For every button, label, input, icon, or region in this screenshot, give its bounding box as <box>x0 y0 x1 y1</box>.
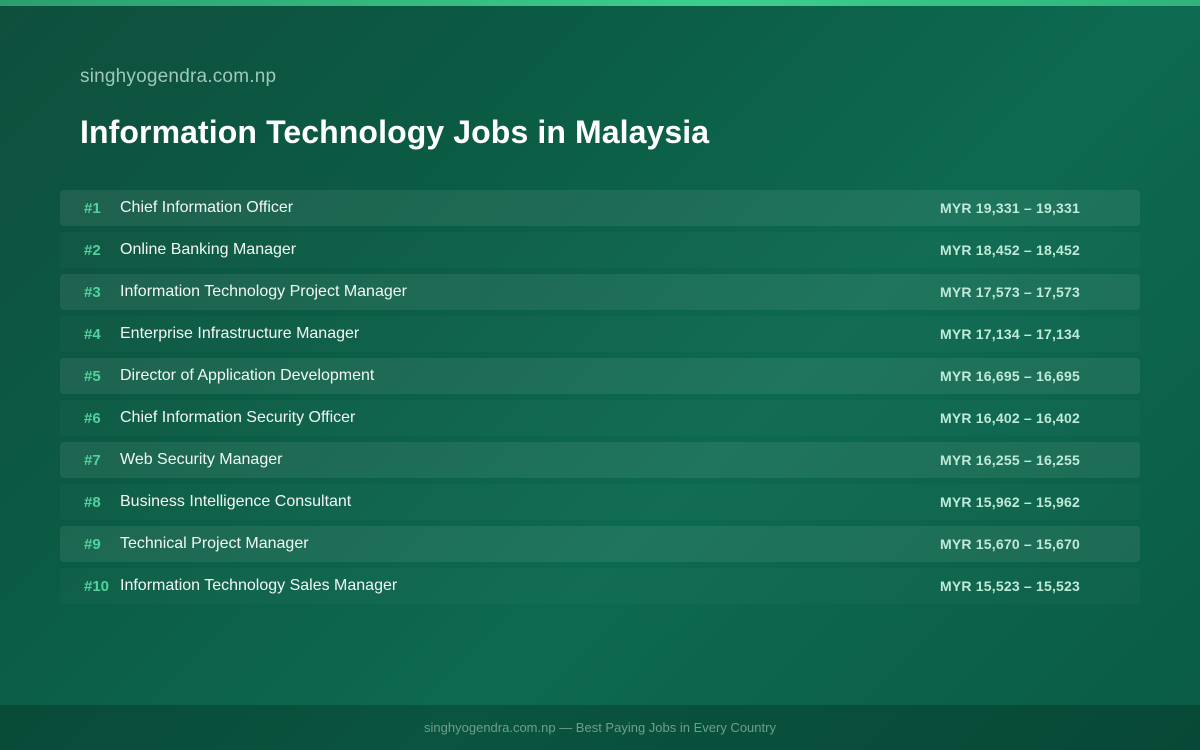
job-title: Web Security Manager <box>120 451 283 468</box>
job-row: #9 Technical Project Manager MYR 15,670 … <box>60 526 1140 562</box>
job-row: #8 Business Intelligence Consultant MYR … <box>60 484 1140 520</box>
page-title: Information Technology Jobs in Malaysia <box>80 114 710 150</box>
job-list: #1 Chief Information Officer MYR 19,331 … <box>60 190 1140 610</box>
job-row: #7 Web Security Manager MYR 16,255 – 16,… <box>60 442 1140 478</box>
job-title: Chief Information Security Officer <box>120 409 356 426</box>
job-salary: MYR 15,962 – 15,962 <box>939 494 1080 510</box>
job-rank: #2 <box>84 241 101 259</box>
job-title: Enterprise Infrastructure Manager <box>120 325 360 342</box>
job-salary: MYR 18,452 – 18,452 <box>939 242 1080 258</box>
top-accent-bar <box>0 0 1200 6</box>
job-title: Information Technology Project Manager <box>120 283 407 300</box>
job-salary: MYR 16,402 – 16,402 <box>939 410 1080 426</box>
job-title: Technical Project Manager <box>120 535 309 552</box>
job-row: #5 Director of Application Development M… <box>60 358 1140 394</box>
job-title: Information Technology Sales Manager <box>120 577 398 594</box>
job-salary: MYR 15,523 – 15,523 <box>939 578 1080 594</box>
job-rank: #1 <box>84 199 101 217</box>
job-rank: #5 <box>84 367 101 385</box>
job-salary: MYR 16,255 – 16,255 <box>939 452 1080 468</box>
job-salary: MYR 15,670 – 15,670 <box>939 536 1080 552</box>
job-salary: MYR 16,695 – 16,695 <box>939 368 1080 384</box>
job-row: #6 Chief Information Security Officer MY… <box>60 400 1140 436</box>
footer-text: singhyogendra.com.np — Best Paying Jobs … <box>424 720 776 735</box>
site-name: singhyogendra.com.np <box>80 66 277 87</box>
job-row: #1 Chief Information Officer MYR 19,331 … <box>60 190 1140 226</box>
job-rank: #10 <box>84 577 110 595</box>
job-title: Director of Application Development <box>120 367 375 384</box>
job-rank: #9 <box>84 535 101 553</box>
job-title: Online Banking Manager <box>120 241 297 258</box>
job-rank: #6 <box>84 409 101 427</box>
job-salary: MYR 17,573 – 17,573 <box>939 284 1080 300</box>
job-row: #3 Information Technology Project Manage… <box>60 274 1140 310</box>
job-row: #4 Enterprise Infrastructure Manager MYR… <box>60 316 1140 352</box>
job-title: Chief Information Officer <box>120 199 294 216</box>
footer: singhyogendra.com.np — Best Paying Jobs … <box>0 705 1200 750</box>
job-row: #2 Online Banking Manager MYR 18,452 – 1… <box>60 232 1140 268</box>
job-rank: #8 <box>84 493 101 511</box>
job-salary: MYR 17,134 – 17,134 <box>939 326 1080 342</box>
job-rank: #3 <box>84 283 101 301</box>
job-rank: #7 <box>84 451 101 469</box>
job-title: Business Intelligence Consultant <box>120 493 352 510</box>
job-salary: MYR 19,331 – 19,331 <box>939 200 1080 216</box>
job-rank: #4 <box>84 325 101 343</box>
job-row: #10 Information Technology Sales Manager… <box>60 568 1140 604</box>
